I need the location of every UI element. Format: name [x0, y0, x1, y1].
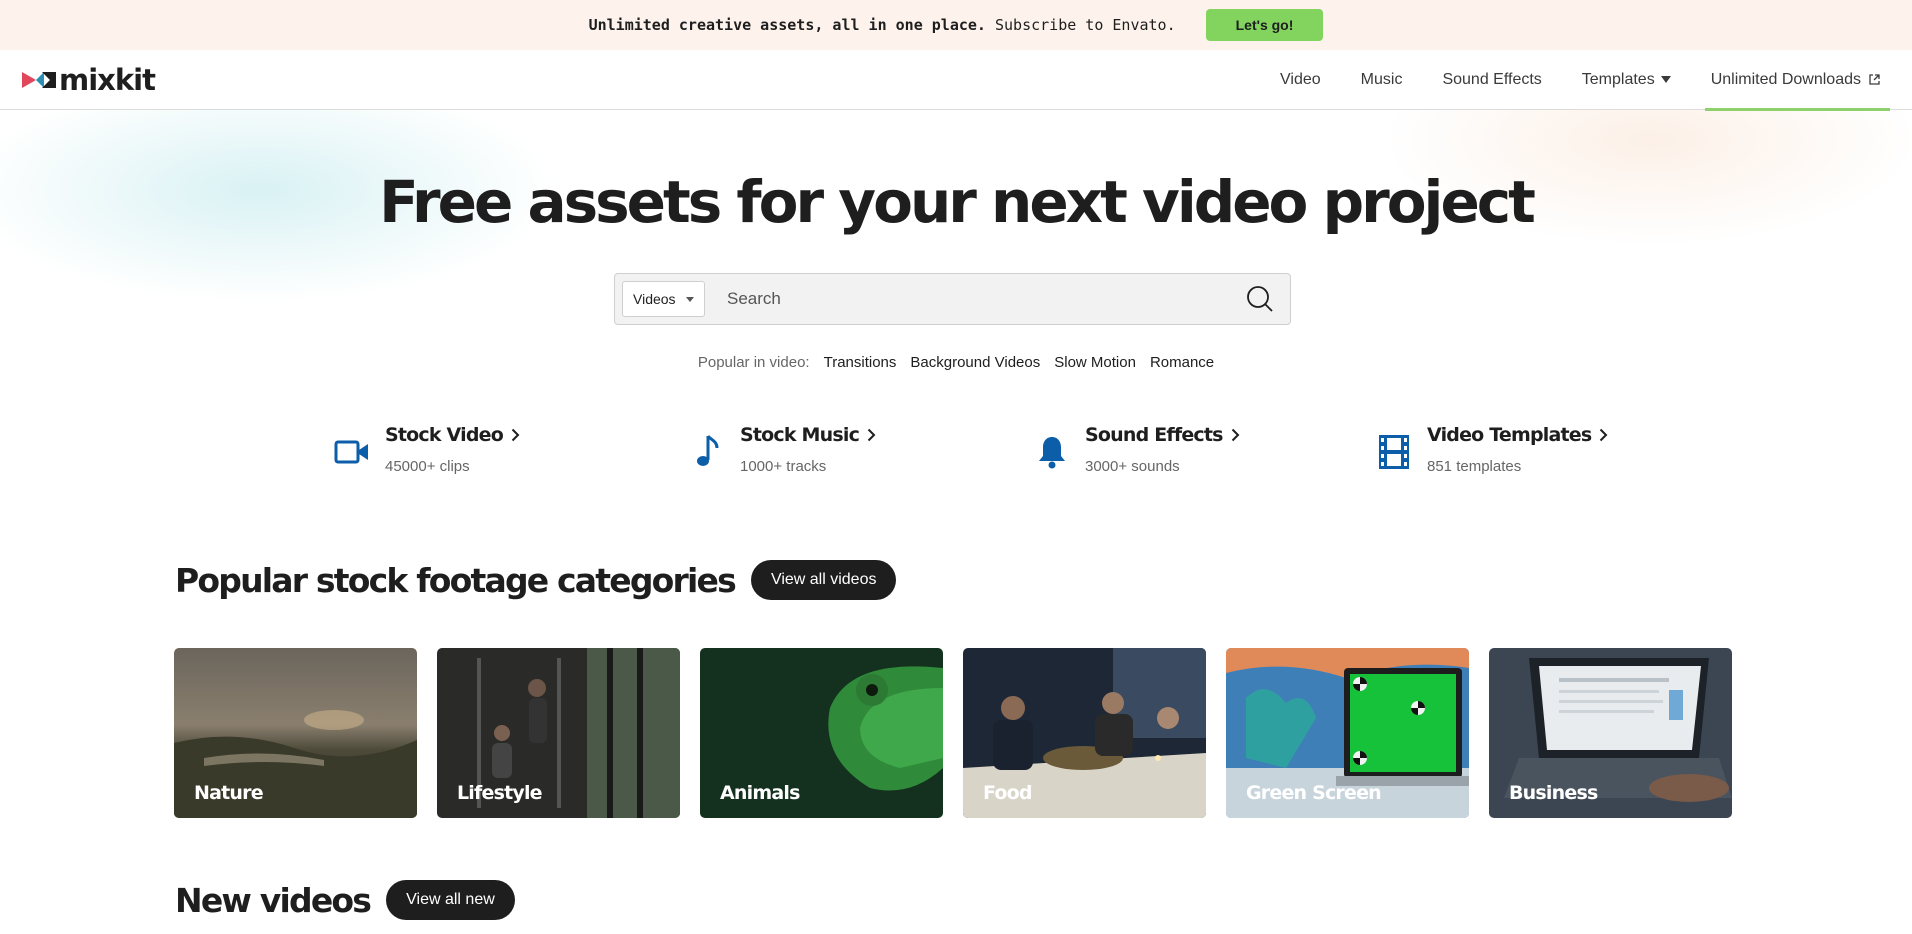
- section-title: Popular stock footage categories: [175, 560, 737, 600]
- chevron-down-icon: [686, 296, 694, 302]
- category-title: Stock Video: [385, 424, 504, 446]
- popular-tag-romance[interactable]: Romance: [1150, 354, 1214, 371]
- external-link-icon: [1869, 74, 1880, 85]
- chevron-right-icon: [511, 428, 520, 442]
- footage-tile-nature[interactable]: Nature: [174, 648, 417, 818]
- search-type-value: Videos: [633, 291, 676, 307]
- music-note-icon: [688, 430, 726, 474]
- nav-label: Templates: [1581, 70, 1655, 88]
- logo-mark-icon: [22, 71, 56, 88]
- chevron-right-icon: [1600, 428, 1608, 442]
- popular-tag-transitions[interactable]: Transitions: [824, 354, 897, 371]
- footage-tile-food[interactable]: Food: [963, 648, 1206, 818]
- nav-label: Unlimited Downloads: [1710, 70, 1861, 88]
- category-count: 3000+ sounds: [1085, 458, 1180, 475]
- footage-section-header: Popular stock footage categories View al…: [175, 560, 897, 600]
- search-icon[interactable]: [1246, 285, 1274, 313]
- tile-label: Food: [983, 782, 1033, 804]
- category-title: Video Templates: [1427, 424, 1592, 446]
- film-strip-icon: [1375, 430, 1413, 474]
- chevron-right-icon: [1231, 428, 1240, 442]
- tile-label: Nature: [194, 782, 264, 804]
- tile-label: Green Screen: [1246, 782, 1382, 804]
- category-title: Stock Music: [740, 424, 860, 446]
- view-all-new-button[interactable]: View all new: [386, 880, 515, 920]
- view-all-videos-button[interactable]: View all videos: [750, 560, 897, 600]
- popular-tag-slow-motion[interactable]: Slow Motion: [1054, 354, 1136, 371]
- tile-label: Animals: [720, 782, 800, 804]
- nav-item-video[interactable]: Video: [1260, 50, 1341, 110]
- category-stock-video[interactable]: Stock Video 45000+ clips: [333, 424, 520, 475]
- category-count: 45000+ clips: [385, 458, 470, 475]
- nav-label: Sound Effects: [1442, 70, 1542, 88]
- nav-item-unlimited-downloads[interactable]: Unlimited Downloads: [1691, 50, 1891, 111]
- promo-text: Subscribe to Envato.: [994, 16, 1176, 34]
- logo-text: mixkit: [59, 62, 156, 97]
- footage-tile-animals[interactable]: Animals: [700, 648, 943, 818]
- popular-searches: Popular in video: Transitions Background…: [0, 354, 1912, 371]
- category-count: 851 templates: [1427, 458, 1522, 475]
- hero-background: [0, 110, 1912, 370]
- tile-label: Lifestyle: [457, 782, 543, 804]
- new-videos-section-header: New videos View all new: [175, 880, 515, 920]
- search-type-select[interactable]: Videos: [622, 281, 705, 317]
- main-nav: Video Music Sound Effects Templates Unli…: [1260, 50, 1891, 111]
- bell-icon: [1033, 430, 1071, 474]
- promo-message: Unlimited creative assets, all in one pl…: [589, 16, 1176, 34]
- chevron-right-icon: [867, 428, 876, 442]
- category-video-templates[interactable]: Video Templates 851 templates: [1375, 424, 1608, 475]
- nav-label: Video: [1280, 70, 1321, 88]
- nav-item-music[interactable]: Music: [1341, 50, 1423, 110]
- promo-bold-text: Unlimited creative assets, all in one pl…: [588, 16, 986, 34]
- site-header: mixkit Video Music Sound Effects Templat…: [0, 50, 1912, 111]
- popular-label: Popular in video:: [697, 354, 810, 371]
- hero-title: Free assets for your next video project: [379, 168, 1536, 236]
- section-title: New videos: [175, 880, 372, 920]
- popular-tag-background-videos[interactable]: Background Videos: [910, 354, 1040, 371]
- tile-label: Business: [1509, 782, 1598, 804]
- nav-item-templates[interactable]: Templates: [1562, 50, 1691, 110]
- category-title: Sound Effects: [1085, 424, 1223, 446]
- footage-category-tiles: Nature Lifestyle Animals Food Green Scre…: [174, 648, 1732, 818]
- footage-tile-lifestyle[interactable]: Lifestyle: [437, 648, 680, 818]
- category-count: 1000+ tracks: [740, 458, 827, 475]
- category-stock-music[interactable]: Stock Music 1000+ tracks: [688, 424, 876, 475]
- footage-tile-green-screen[interactable]: Green Screen: [1226, 648, 1469, 818]
- nav-label: Music: [1360, 70, 1403, 88]
- mixkit-logo[interactable]: mixkit: [22, 62, 156, 97]
- lets-go-button[interactable]: Let's go!: [1205, 9, 1324, 41]
- footage-tile-business[interactable]: Business: [1489, 648, 1732, 818]
- search-input[interactable]: [705, 274, 1246, 324]
- nav-item-sound-effects[interactable]: Sound Effects: [1422, 50, 1561, 110]
- caret-down-icon: [1660, 76, 1671, 83]
- promo-bar: Unlimited creative assets, all in one pl…: [0, 0, 1912, 50]
- video-camera-icon: [333, 430, 371, 474]
- category-sound-effects[interactable]: Sound Effects 3000+ sounds: [1033, 424, 1240, 475]
- search-bar: Videos: [614, 273, 1291, 325]
